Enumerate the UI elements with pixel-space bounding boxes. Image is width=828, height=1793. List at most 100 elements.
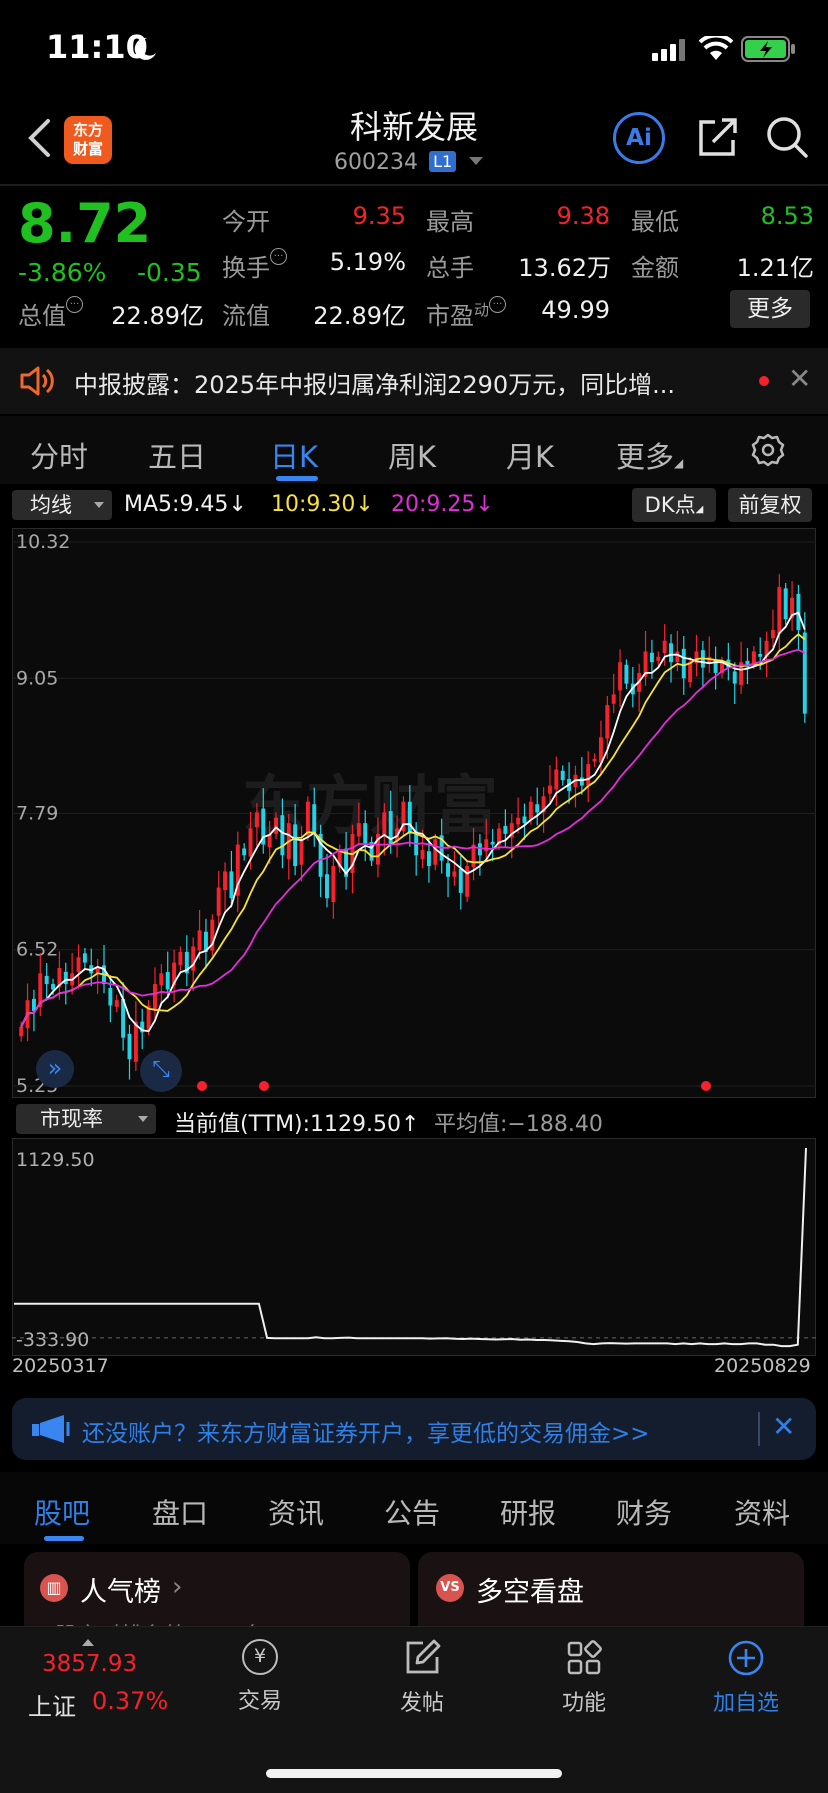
- tab-announcements[interactable]: 公告: [384, 1492, 440, 1532]
- candle-body: [312, 804, 317, 834]
- ma20-readout: 20:9.25↓: [391, 492, 494, 517]
- corner-triangle-icon: ◢: [674, 456, 684, 470]
- candle-body: [133, 1021, 138, 1062]
- search-icon[interactable]: [764, 114, 810, 160]
- candle-body: [254, 812, 259, 828]
- more-button[interactable]: 更多: [730, 290, 810, 328]
- total-cap-value: 22.89亿: [111, 302, 204, 330]
- candle-body: [426, 851, 431, 867]
- nav-functions[interactable]: 功能: [544, 1639, 624, 1717]
- price-axis-label: 10.32: [16, 531, 70, 553]
- candle-body: [223, 871, 228, 891]
- candle-body: [802, 632, 807, 714]
- adjust-button[interactable]: 前复权: [728, 488, 812, 522]
- fullscreen-button[interactable]: ⤡: [140, 1050, 182, 1092]
- info-icon[interactable]: ···: [489, 296, 507, 313]
- high-value: 9.38: [556, 202, 610, 230]
- tab-profile[interactable]: 资料: [734, 1492, 790, 1532]
- share-icon[interactable]: [695, 114, 741, 160]
- ma-selector[interactable]: 均线: [12, 490, 112, 520]
- candle-body: [465, 866, 470, 897]
- pe-line-chart[interactable]: 1129.50 -333.90: [12, 1138, 816, 1356]
- nav-trade[interactable]: ¥ 交易: [220, 1639, 300, 1715]
- change-percent: -3.86%: [18, 258, 107, 287]
- amount-label: 金额: [631, 254, 679, 282]
- indicator-selector[interactable]: 市现率: [16, 1104, 156, 1134]
- tab-monthly-k[interactable]: 月K: [506, 434, 554, 476]
- candle-body: [216, 887, 221, 916]
- candle-body: [356, 823, 361, 837]
- low-value: 8.53: [760, 202, 814, 230]
- caret-down-icon: [138, 1116, 148, 1122]
- signal-icon: [652, 39, 685, 61]
- settings-gear-icon[interactable]: [750, 432, 786, 468]
- index-name: 上证: [28, 1693, 76, 1721]
- dk-point-button[interactable]: DK点◢: [632, 488, 716, 522]
- nav-add-watchlist[interactable]: 加自选: [706, 1639, 786, 1717]
- close-icon[interactable]: ✕: [788, 362, 811, 395]
- nav-post[interactable]: 发帖: [382, 1639, 462, 1717]
- chart-tabs: 分时 五日 日K 周K 月K 更多◢: [0, 416, 828, 484]
- candle-body: [178, 951, 183, 966]
- tab-research[interactable]: 研报: [500, 1492, 556, 1532]
- candle-body: [44, 975, 49, 985]
- signal-dot: [701, 1081, 711, 1091]
- battery-icon: [741, 36, 795, 62]
- ai-button[interactable]: Ai: [613, 112, 665, 164]
- eastmoney-logo: 东方 财富: [64, 116, 112, 164]
- candle-body: [280, 815, 285, 856]
- tab-intraday[interactable]: 分时: [30, 434, 88, 476]
- volume-label: 总手: [426, 254, 474, 282]
- candle-body: [82, 953, 87, 963]
- home-indicator: [266, 1769, 562, 1778]
- candle-body: [274, 817, 278, 834]
- stock-code-row[interactable]: 600234 L1: [334, 150, 484, 180]
- candle-body: [605, 705, 610, 739]
- account-ad-banner[interactable]: 还没账户？来东方财富证券开户，享更低的交易佣金>> ✕: [12, 1398, 816, 1460]
- notice-text: 中报披露：2025年中报归属净利润2290万元，同比增...: [74, 371, 676, 399]
- tab-five-day[interactable]: 五日: [148, 434, 206, 476]
- tab-more[interactable]: 更多◢: [616, 434, 683, 476]
- info-icon[interactable]: ···: [66, 296, 83, 313]
- pe-axis-min-label: -333.90: [16, 1329, 89, 1351]
- price-axis-label: 9.05: [16, 667, 58, 689]
- candlestick-chart[interactable]: 东方财富 10.329.057.796.525.25: [12, 528, 816, 1098]
- back-icon[interactable]: [26, 118, 52, 158]
- candle-body: [114, 1000, 119, 1007]
- section-tab-indicator: [44, 1536, 84, 1541]
- candle-body: [229, 871, 234, 899]
- ad-divider: [758, 1412, 760, 1446]
- candle-body: [770, 629, 775, 639]
- expand-left-button[interactable]: »: [36, 1050, 74, 1088]
- bullbear-title: 多空看盘: [476, 1577, 584, 1608]
- header: 东方 财富 科新发展 600234 L1 Ai: [0, 90, 828, 185]
- tab-pankou[interactable]: 盘口: [152, 1492, 208, 1532]
- tab-guba[interactable]: 股吧: [34, 1492, 90, 1532]
- tab-news[interactable]: 资讯: [268, 1492, 324, 1532]
- notice-bar[interactable]: 中报披露：2025年中报归属净利润2290万元，同比增... ✕: [0, 348, 828, 414]
- candle-body: [688, 662, 693, 683]
- tab-daily-k[interactable]: 日K: [270, 434, 318, 476]
- moon-icon: [134, 37, 156, 60]
- up-caret-icon: [82, 1639, 94, 1646]
- candle-body: [477, 843, 482, 856]
- low-label: 最低: [631, 208, 679, 236]
- pe-average: 平均值:−188.40: [434, 1112, 603, 1137]
- candle-body: [548, 785, 552, 794]
- high-label: 最高: [426, 208, 474, 236]
- candle-body: [490, 841, 495, 845]
- tab-finance[interactable]: 财务: [616, 1492, 672, 1532]
- info-icon[interactable]: ···: [270, 248, 287, 265]
- ai-icon: Ai: [626, 125, 652, 151]
- up-arrow-icon: ↑: [401, 1112, 420, 1137]
- candle-body: [452, 871, 457, 877]
- quote-panel: 8.72 -3.86% -0.35 今开 9.35 最高 9.38 最低 8.5…: [0, 186, 828, 346]
- vs-icon: VS: [436, 1574, 464, 1602]
- candle-body: [662, 640, 667, 653]
- index-ticker[interactable]: 3857.93 上证 0.37%: [26, 1639, 176, 1729]
- date-end: 20250829: [714, 1355, 811, 1377]
- tab-weekly-k[interactable]: 周K: [388, 434, 436, 476]
- candle-body: [331, 866, 336, 903]
- trade-icon: ¥: [242, 1639, 278, 1675]
- close-icon[interactable]: ✕: [772, 1410, 795, 1443]
